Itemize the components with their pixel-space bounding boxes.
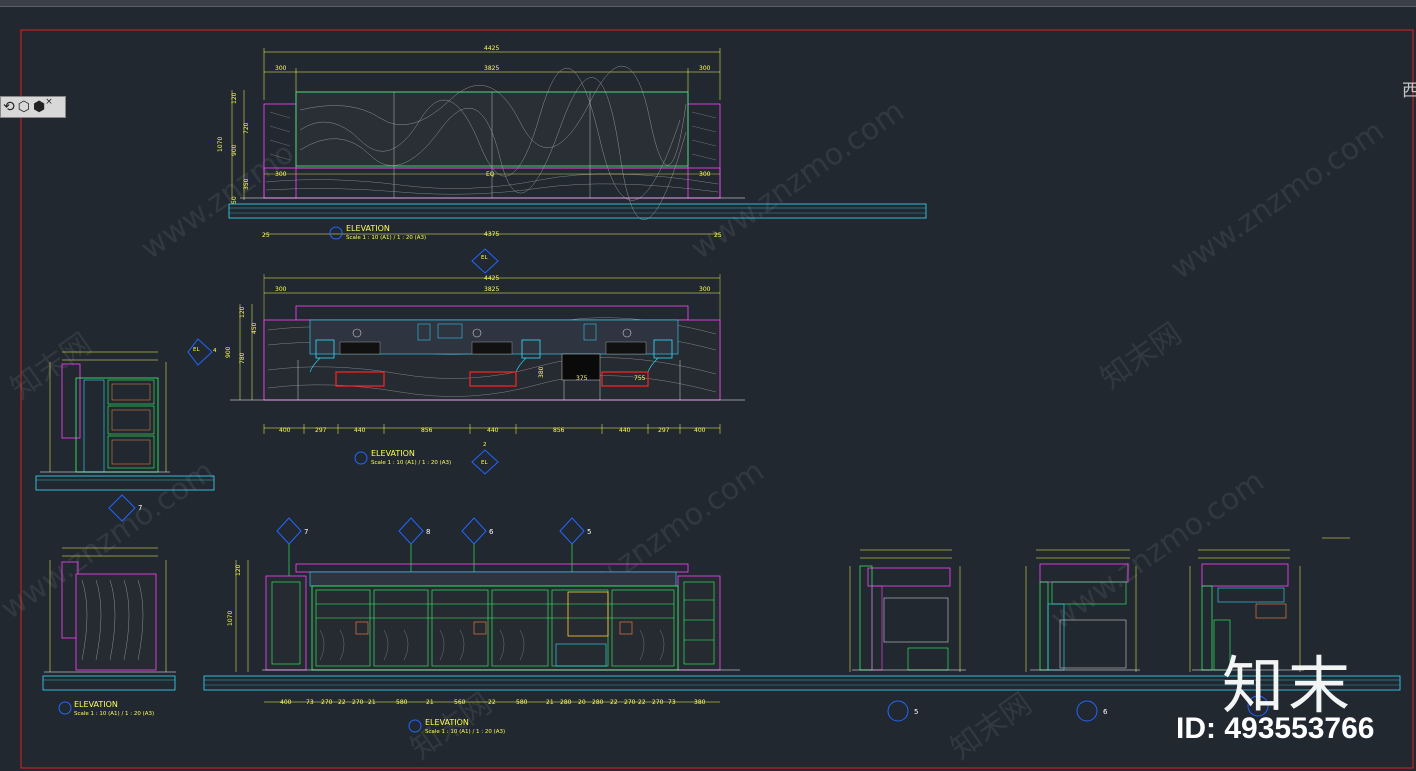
close-icon[interactable]: × bbox=[45, 97, 53, 107]
dim-label: 580 bbox=[516, 699, 528, 706]
edge-character: 西 bbox=[1402, 81, 1416, 101]
dim-label: 900 bbox=[225, 346, 232, 358]
marker-label: EL bbox=[481, 255, 488, 261]
dim-label: 300 bbox=[275, 171, 287, 178]
brand-id: ID: 493553766 bbox=[1176, 712, 1375, 745]
dim-label: 380 bbox=[538, 366, 545, 378]
dim-label: 300 bbox=[699, 286, 711, 293]
dim-label: 21 bbox=[426, 699, 434, 706]
dim-label: 22 bbox=[488, 699, 496, 706]
elevation-title: ELEVATION bbox=[74, 700, 118, 709]
dim-label: 22 bbox=[638, 699, 646, 706]
dim-label: 560 bbox=[454, 699, 466, 706]
dim-label: 300 bbox=[699, 65, 711, 72]
elevation-title: ELEVATION bbox=[425, 718, 469, 727]
dim-label: 22 bbox=[610, 699, 618, 706]
dim-label: 400 bbox=[280, 699, 292, 706]
dim-label: 400 bbox=[279, 427, 291, 434]
marker-number: 7 bbox=[304, 528, 308, 536]
dim-label: 450 bbox=[251, 322, 258, 334]
dim-label: 50 bbox=[231, 196, 238, 204]
dim-label: 720 bbox=[243, 122, 250, 134]
elevation-scale: Scale 1 : 10 (A1) / 1 : 20 (A3) bbox=[425, 729, 505, 735]
dim-label: 120 bbox=[231, 92, 238, 104]
dim-label: 440 bbox=[354, 427, 366, 434]
dim-label: 780 bbox=[239, 352, 246, 364]
dim-label: 300 bbox=[275, 286, 287, 293]
dim-label: 440 bbox=[487, 427, 499, 434]
section-marker-left[interactable]: EL 4 bbox=[187, 338, 217, 366]
dim-label: 300 bbox=[275, 65, 287, 72]
marker-number: 7 bbox=[138, 504, 142, 512]
dim-label: 280 bbox=[560, 699, 572, 706]
dim-label: 4375 bbox=[484, 231, 499, 238]
marker-label: EL bbox=[481, 460, 488, 466]
view-cube-toolbar: ⟲ ⬡ ⬢ × bbox=[0, 96, 66, 118]
section-view-5 bbox=[849, 549, 966, 672]
elevation-2: 4425 3825 300 300 375 380 755 120 450 90… bbox=[225, 274, 745, 466]
elevation-scale: Scale 1 : 10 (A1) / 1 : 20 (A3) bbox=[74, 711, 154, 717]
dim-label: 3825 bbox=[484, 286, 499, 293]
dim-label: 297 bbox=[658, 427, 670, 434]
marker-number: 2 bbox=[483, 442, 487, 448]
dim-label: 120 bbox=[239, 306, 246, 318]
dim-label: 297 bbox=[315, 427, 327, 434]
dim-label: 375 bbox=[576, 375, 588, 382]
marker-number: 5 bbox=[587, 528, 591, 536]
watermark-text-cn: 知末网 bbox=[1095, 316, 1189, 396]
dim-label: 270 bbox=[352, 699, 364, 706]
dim-label: 280 bbox=[592, 699, 604, 706]
elevation-scale: Scale 1 : 10 (A1) / 1 : 20 (A3) bbox=[371, 460, 451, 466]
dim-label: 73 bbox=[306, 699, 314, 706]
dim-label: 856 bbox=[421, 427, 433, 434]
marker-number: 4 bbox=[213, 348, 217, 354]
dim-label: 21 bbox=[368, 699, 376, 706]
dim-label: 3825 bbox=[484, 65, 499, 72]
cube-delete-icon[interactable]: ⬢ bbox=[33, 100, 45, 114]
dim-label: 21 bbox=[546, 699, 554, 706]
marker-number: 6 bbox=[489, 528, 494, 536]
dim-label: 1070 bbox=[227, 611, 234, 626]
elevation-scale: Scale 1 : 10 (A1) / 1 : 20 (A3) bbox=[346, 235, 426, 241]
dim-label: 4425 bbox=[484, 45, 499, 52]
elevation-title: ELEVATION bbox=[371, 449, 415, 458]
dim-label: 900 bbox=[231, 144, 238, 156]
section-marker[interactable]: EL bbox=[471, 248, 499, 274]
dim-label: 755 bbox=[634, 375, 646, 382]
cube-icon[interactable]: ⬡ bbox=[18, 100, 30, 114]
dim-label: 350 bbox=[243, 178, 250, 190]
dim-label: 25 bbox=[262, 232, 270, 239]
dim-label: 580 bbox=[396, 699, 408, 706]
dim-label: 1070 bbox=[217, 137, 224, 152]
marker-number: 5 bbox=[914, 708, 918, 716]
dim-label: 440 bbox=[619, 427, 631, 434]
cad-drawing-canvas[interactable]: www.znzmo.com www.znzmo.com www.znzmo.co… bbox=[0, 0, 1416, 771]
dim-label: 380 bbox=[694, 699, 706, 706]
dim-label: 120 bbox=[235, 564, 242, 576]
watermark-text-cn: 知末网 bbox=[945, 686, 1039, 766]
marker-number: 6 bbox=[1103, 708, 1108, 716]
dim-label: 270 bbox=[624, 699, 636, 706]
marker-number: 8 bbox=[426, 528, 430, 536]
watermark-text: www.znzmo.com bbox=[685, 94, 911, 267]
dim-label: EQ bbox=[486, 171, 495, 178]
elevation-title: ELEVATION bbox=[346, 224, 390, 233]
dim-label: 270 bbox=[652, 699, 664, 706]
orbit-icon[interactable]: ⟲ bbox=[3, 100, 15, 114]
dim-label: 4425 bbox=[484, 275, 499, 282]
dim-label: 270 bbox=[321, 699, 333, 706]
dim-label: 22 bbox=[338, 699, 346, 706]
dim-label: 400 bbox=[694, 427, 706, 434]
dim-label: 73 bbox=[668, 699, 676, 706]
dim-label: 20 bbox=[578, 699, 586, 706]
watermark-text: www.znzmo.com bbox=[1165, 114, 1391, 287]
dim-label: 856 bbox=[553, 427, 565, 434]
section-marker-bottom[interactable]: EL 2 bbox=[471, 442, 499, 475]
dim-label: 25 bbox=[714, 232, 722, 239]
marker-label: EL bbox=[193, 347, 200, 353]
dim-label: 300 bbox=[699, 171, 711, 178]
